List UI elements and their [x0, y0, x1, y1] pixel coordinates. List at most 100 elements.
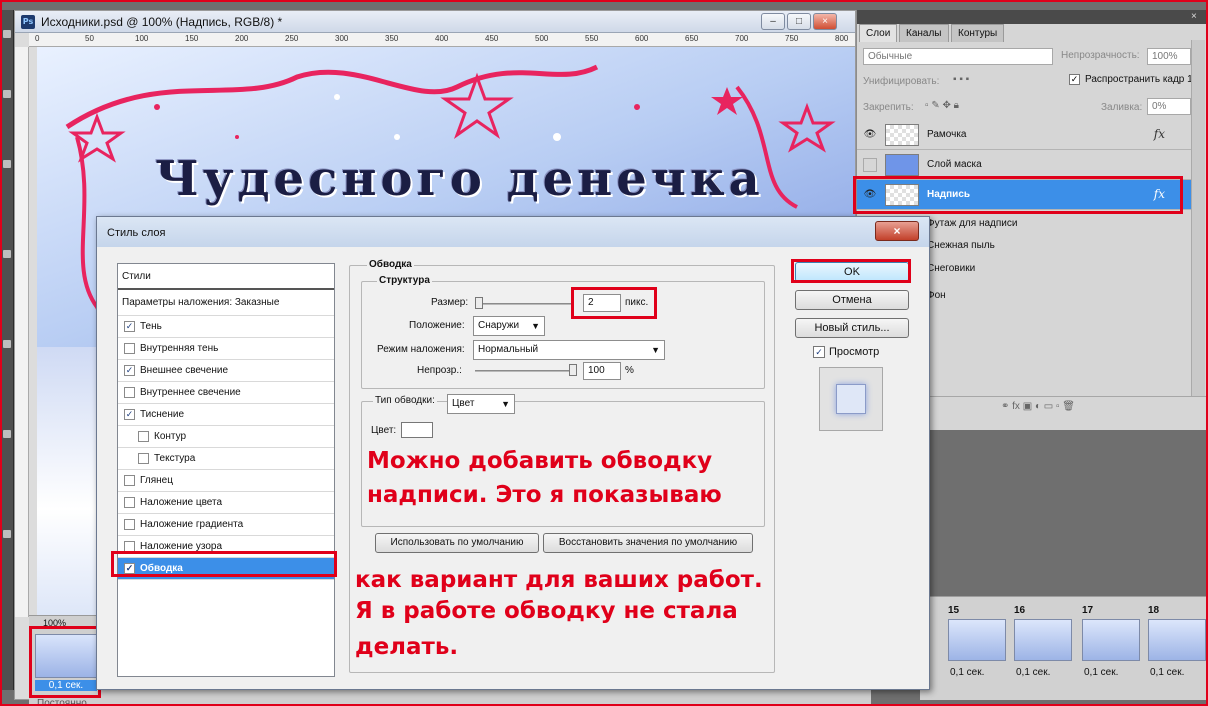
- style-item-label: Наложение цвета: [140, 497, 223, 508]
- style-item[interactable]: ✓ Тень: [118, 316, 334, 338]
- layer-name: Слой маска: [927, 159, 982, 170]
- annotation-line-2: надписи. Это я показываю: [367, 482, 722, 508]
- preview-checkbox[interactable]: ✓: [813, 346, 825, 358]
- style-checkbox[interactable]: [138, 453, 149, 464]
- fx-icon[interactable]: fx: [1154, 127, 1165, 141]
- styles-header[interactable]: Стили: [118, 264, 334, 290]
- opacity-unit: %: [625, 365, 634, 376]
- tools-strip[interactable]: [0, 10, 14, 690]
- frame-delay[interactable]: 0,1 сек.: [1150, 667, 1184, 678]
- style-checkbox[interactable]: ✓: [124, 409, 135, 420]
- brush-tool-icon[interactable]: [3, 340, 11, 348]
- frame-1-delay[interactable]: 0,1 сек.: [35, 680, 97, 691]
- frame-1-thumbnail[interactable]: [35, 634, 97, 678]
- ruler-tick-label: 200: [235, 34, 249, 43]
- structure-section-label: Структура: [377, 275, 432, 286]
- frame-delay[interactable]: 0,1 сек.: [1084, 667, 1118, 678]
- layer-snowmen[interactable]: Снеговики: [927, 263, 975, 274]
- style-item[interactable]: Глянец: [118, 470, 334, 492]
- close-document-button[interactable]: ×: [813, 13, 837, 30]
- tab-channels[interactable]: Каналы: [899, 24, 949, 42]
- move-tool-icon[interactable]: [3, 30, 11, 38]
- type-tool-icon[interactable]: [3, 530, 11, 538]
- ruler-tick-label: 600: [635, 34, 649, 43]
- style-item[interactable]: Текстура: [118, 448, 334, 470]
- style-checkbox[interactable]: [124, 519, 135, 530]
- layers-scrollbar[interactable]: [1191, 40, 1205, 396]
- opacity-slider[interactable]: [475, 370, 575, 372]
- use-default-button[interactable]: Использовать по умолчанию: [375, 533, 539, 553]
- annotation-line-4: Я в работе обводку не стала: [355, 598, 738, 624]
- annotation-line-1: Можно добавить обводку: [367, 448, 713, 474]
- blend-options-item[interactable]: Параметры наложения: Заказные: [118, 290, 334, 316]
- minimize-button[interactable]: –: [761, 13, 785, 30]
- lock-icons[interactable]: ▫ ✎ ✥ 🔒︎: [925, 100, 959, 111]
- new-style-button[interactable]: Новый стиль...: [795, 318, 909, 338]
- frame-delay[interactable]: 0,1 сек.: [950, 667, 984, 678]
- preview-label: Просмотр: [829, 346, 880, 358]
- style-checkbox[interactable]: ✓: [124, 365, 135, 376]
- propagate-checkbox[interactable]: ✓: [1069, 74, 1080, 85]
- photoshop-icon: Ps: [21, 15, 35, 29]
- opacity-slider-knob[interactable]: [569, 364, 577, 376]
- layer-snow-dust[interactable]: Снежная пыль: [927, 240, 995, 251]
- style-item[interactable]: ✓ Внешнее свечение: [118, 360, 334, 382]
- styles-list: Стили Параметры наложения: Заказные ✓ Тен…: [117, 263, 335, 677]
- style-item[interactable]: Наложение градиента: [118, 514, 334, 536]
- style-item[interactable]: ✓ Тиснение: [118, 404, 334, 426]
- frame-delay[interactable]: 0,1 сек.: [1016, 667, 1050, 678]
- panel-header-bar: [857, 10, 1208, 24]
- frame-18[interactable]: 18 0,1 сек.: [1146, 605, 1208, 689]
- maximize-button[interactable]: □: [787, 13, 811, 30]
- style-checkbox[interactable]: [124, 497, 135, 508]
- style-item-label: Внутреннее свечение: [140, 387, 241, 398]
- style-checkbox[interactable]: [138, 431, 149, 442]
- color-swatch[interactable]: [401, 422, 433, 438]
- opacity-input[interactable]: 100: [583, 362, 621, 380]
- size-slider-knob[interactable]: [475, 297, 483, 309]
- layer-frame[interactable]: 👁︎ Рамочка fx: [857, 120, 1193, 150]
- marquee-tool-icon[interactable]: [3, 90, 11, 98]
- crop-tool-icon[interactable]: [3, 250, 11, 258]
- fill-type-select[interactable]: Цвет ▼: [447, 394, 515, 414]
- style-item[interactable]: Внутренняя тень: [118, 338, 334, 360]
- style-checkbox[interactable]: ✓: [124, 321, 135, 332]
- tab-layers[interactable]: Слои: [859, 24, 898, 42]
- style-item[interactable]: Контур: [118, 426, 334, 448]
- blend-mode-select[interactable]: Обычные: [863, 48, 1053, 65]
- opacity-input[interactable]: 100%: [1147, 48, 1191, 65]
- document-titlebar: Ps Исходники.psd @ 100% (Надпись, RGB/8)…: [15, 11, 855, 33]
- style-item[interactable]: Внутреннее свечение: [118, 382, 334, 404]
- reset-default-button[interactable]: Восстановить значения по умолчанию: [543, 533, 753, 553]
- frame-thumbnail: [1148, 619, 1206, 661]
- size-slider[interactable]: [475, 303, 571, 305]
- style-checkbox[interactable]: [124, 343, 135, 354]
- frame-thumbnail: [1014, 619, 1072, 661]
- visibility-toggle[interactable]: [863, 158, 877, 172]
- loop-option[interactable]: Постоянно: [37, 698, 87, 706]
- blend-mode-select[interactable]: Нормальный ▼: [473, 340, 665, 360]
- panel-close-icon[interactable]: ×: [1191, 11, 1197, 22]
- eye-icon[interactable]: 👁︎: [863, 128, 877, 142]
- lasso-tool-icon[interactable]: [3, 160, 11, 168]
- propagate-label: Распространить кадр 1: [1085, 74, 1193, 85]
- style-item[interactable]: Наложение цвета: [118, 492, 334, 514]
- frame-17[interactable]: 17 0,1 сек.: [1080, 605, 1144, 689]
- lock-label: Закрепить:: [863, 102, 914, 113]
- layer-footage[interactable]: Футаж для надписи: [927, 218, 1017, 229]
- stroke-section-label: Обводка: [367, 259, 414, 270]
- fill-type-value: Цвет: [452, 398, 475, 409]
- eraser-tool-icon[interactable]: [3, 430, 11, 438]
- tab-paths[interactable]: Контуры: [951, 24, 1005, 42]
- style-checkbox[interactable]: [124, 387, 135, 398]
- unify-icons[interactable]: ▪ ▪ ▪: [953, 74, 1001, 88]
- cancel-button[interactable]: Отмена: [795, 290, 909, 310]
- frame-16[interactable]: 16 0,1 сек.: [1012, 605, 1076, 689]
- layer-style-dialog: Стиль слоя × Стили Параметры наложения: …: [96, 216, 930, 690]
- style-checkbox[interactable]: [124, 475, 135, 486]
- position-select[interactable]: Снаружи ▼: [473, 316, 545, 336]
- fill-input[interactable]: 0%: [1147, 98, 1191, 115]
- dialog-close-button[interactable]: ×: [875, 221, 919, 241]
- frame-15[interactable]: 15 0,1 сек.: [946, 605, 1010, 689]
- horizontal-ruler: 0 50 100 150 200 250 300 350 400 450 500 550 600 650 7…: [29, 33, 855, 47]
